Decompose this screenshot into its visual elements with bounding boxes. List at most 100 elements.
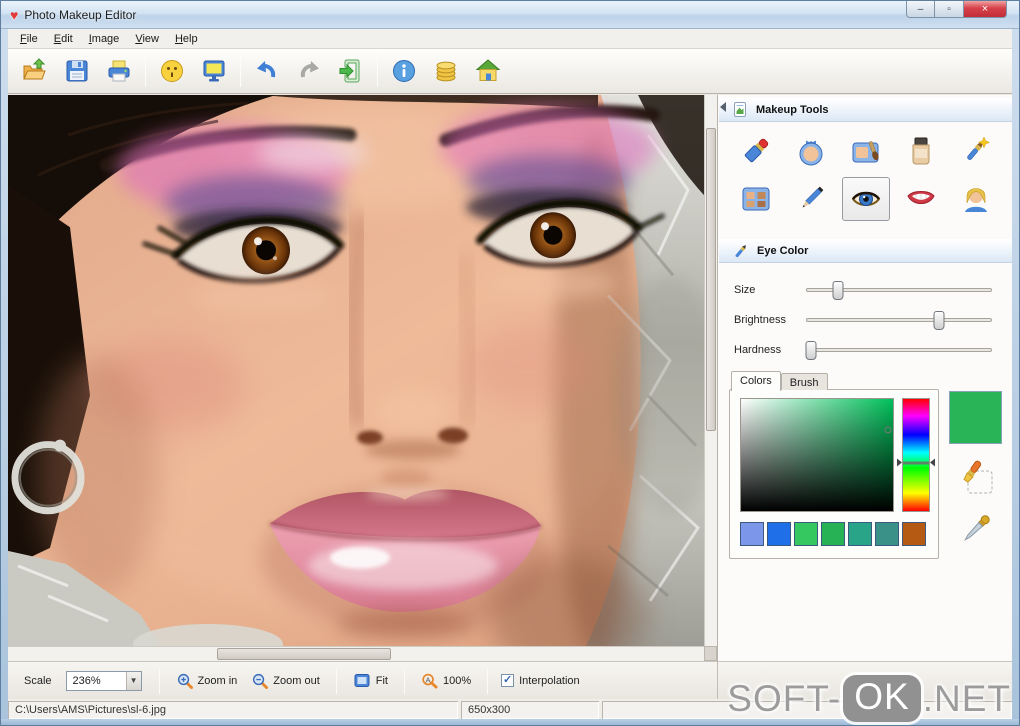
tool-lipstick-button[interactable] (732, 129, 780, 173)
open-button[interactable] (14, 52, 56, 90)
zoom-in-icon (177, 673, 193, 689)
tool-powder-button[interactable] (787, 129, 835, 173)
coins-button[interactable] (425, 52, 467, 90)
app-window: ♥ Photo Makeup Editor – ▫ × File Edit Im… (0, 0, 1020, 726)
apply-color-button[interactable] (954, 457, 996, 502)
menu-file[interactable]: File (12, 31, 46, 47)
size-slider-thumb[interactable] (832, 281, 844, 300)
monitor-button[interactable] (193, 52, 235, 90)
smiley-button[interactable] (151, 52, 193, 90)
print-button[interactable] (98, 52, 140, 90)
redo-button[interactable] (288, 52, 330, 90)
blush-box-icon (852, 141, 879, 163)
info-icon (393, 60, 415, 82)
vertical-scrollbar[interactable] (704, 95, 717, 646)
zoom-out-button[interactable]: Zoom out (244, 668, 326, 693)
redo-arrow-icon (300, 61, 319, 78)
smile-teeth-icon (907, 191, 935, 204)
saturation-value-picker[interactable] (740, 398, 894, 512)
minimize-icon: – (917, 3, 924, 15)
tool-foundation-button[interactable] (897, 129, 945, 173)
horizontal-scrollbar[interactable] (8, 646, 704, 661)
tool-retouch-button[interactable] (952, 129, 1000, 173)
hardness-slider[interactable] (805, 341, 992, 360)
fit-button[interactable]: Fit (346, 668, 395, 693)
menu-image[interactable]: Image (81, 31, 128, 47)
photo-canvas[interactable] (8, 95, 704, 646)
maximize-button[interactable]: ▫ (935, 1, 964, 18)
apply-page-icon (339, 59, 360, 83)
brightness-slider[interactable] (806, 311, 992, 330)
zoom-in-button[interactable]: Zoom in (169, 668, 245, 693)
hardness-slider-row: Hardness (718, 335, 1014, 365)
menu-help[interactable]: Help (167, 31, 206, 47)
size-slider[interactable] (806, 281, 992, 300)
sv-marker[interactable] (884, 426, 892, 434)
horizontal-scrollbar-thumb[interactable] (216, 648, 391, 660)
makeup-tools-icon (733, 102, 748, 118)
makeup-tools-title: Makeup Tools (756, 104, 829, 116)
swatch-7[interactable] (902, 522, 926, 546)
tool-eye-color-button[interactable] (842, 177, 890, 221)
swatch-4[interactable] (821, 522, 845, 546)
swatch-1[interactable] (740, 522, 764, 546)
undo-button[interactable] (246, 52, 288, 90)
eye-color-title: Eye Color (757, 245, 809, 257)
swatch-5[interactable] (848, 522, 872, 546)
hardness-slider-thumb[interactable] (805, 341, 817, 360)
color-picker-panel (729, 389, 939, 559)
main-toolbar (8, 49, 1012, 94)
panel-collapse-arrow[interactable] (720, 102, 726, 112)
eyeliner-pencil-icon (802, 186, 824, 208)
swatch-6[interactable] (875, 522, 899, 546)
tab-brush[interactable]: Brush (780, 373, 828, 390)
info-button[interactable] (383, 52, 425, 90)
hue-marker[interactable] (897, 458, 935, 467)
hue-bar[interactable] (897, 398, 935, 512)
brightness-slider-thumb[interactable] (933, 311, 945, 330)
save-button[interactable] (56, 52, 98, 90)
app-heart-icon: ♥ (10, 6, 19, 23)
tool-blush-button[interactable] (842, 129, 890, 173)
powder-compact-icon (799, 140, 823, 166)
minimize-button[interactable]: – (906, 1, 935, 18)
size-label: Size (734, 284, 756, 296)
checkbox-box[interactable]: ✓ (501, 674, 515, 687)
home-button[interactable] (467, 52, 509, 90)
tool-hair-color-button[interactable] (952, 177, 1000, 221)
tool-teeth-whitening-button[interactable] (897, 177, 945, 221)
zoom-100-button[interactable]: A 100% (414, 668, 478, 693)
zoom-out-label: Zoom out (273, 674, 320, 687)
watermark-badge: OK (843, 675, 921, 722)
photo-image (8, 95, 704, 646)
vertical-scrollbar-thumb[interactable] (706, 128, 716, 432)
menu-edit[interactable]: Edit (46, 31, 81, 47)
maximize-icon: ▫ (947, 3, 951, 15)
menu-view[interactable]: View (127, 31, 167, 47)
brightness-label: Brightness (734, 314, 786, 326)
window-frame-right (1012, 1, 1019, 725)
swatch-3[interactable] (794, 522, 818, 546)
close-button[interactable]: × (964, 1, 1007, 18)
scale-combobox[interactable]: 236% ▼ (65, 670, 142, 691)
watermark-prefix: SOFT- (727, 677, 842, 719)
tool-eyeshadow-button[interactable] (732, 177, 780, 221)
tool-pencil-button[interactable] (787, 177, 835, 221)
window-title: Photo Makeup Editor (24, 7, 137, 22)
interpolation-checkbox[interactable]: ✓ Interpolation (501, 674, 580, 687)
current-color-swatch (949, 391, 1002, 444)
toolbar-separator (377, 55, 378, 87)
smiley-face-icon (161, 60, 183, 82)
scrollbar-corner (704, 646, 717, 661)
apply-export-button[interactable] (330, 52, 372, 90)
swatch-2[interactable] (767, 522, 791, 546)
zoom-out-icon (253, 673, 269, 689)
fit-label: Fit (375, 674, 388, 687)
title-bar[interactable]: ♥ Photo Makeup Editor – ▫ × (1, 1, 1019, 29)
zoombar-separator (403, 667, 405, 694)
tab-colors[interactable]: Colors (731, 371, 781, 391)
eyedropper-button[interactable] (956, 509, 996, 552)
watermark: SOFT- OK .NET (727, 675, 1011, 722)
combo-dropdown-arrow[interactable]: ▼ (125, 671, 141, 690)
window-controls: – ▫ × (906, 1, 1007, 18)
